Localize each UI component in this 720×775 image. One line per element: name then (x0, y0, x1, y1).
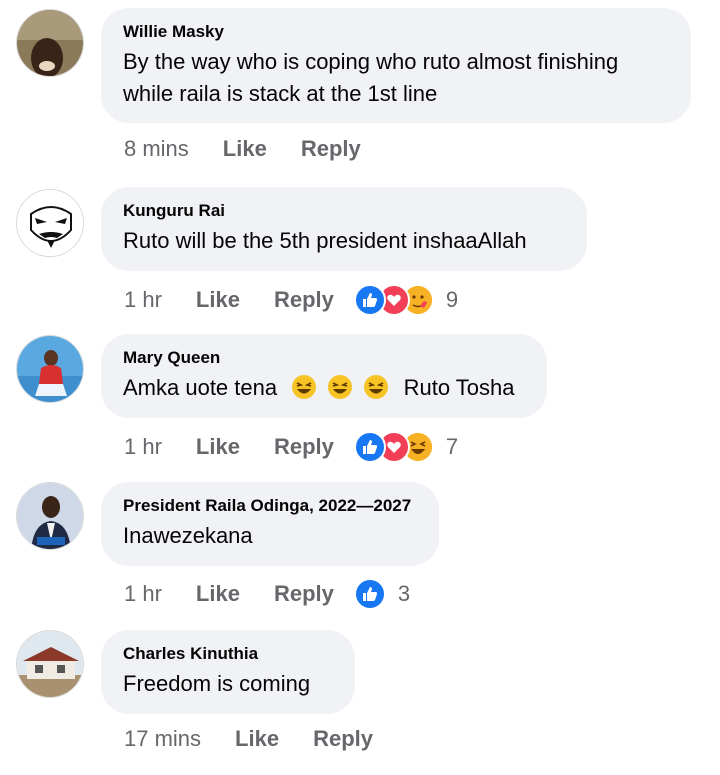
avatar[interactable] (16, 482, 84, 550)
like-button[interactable]: Like (196, 287, 240, 313)
comment-time[interactable]: 17 mins (124, 726, 201, 752)
comment-bubble: Charles Kinuthia Freedom is coming (101, 630, 355, 714)
comment-time[interactable]: 1 hr (124, 581, 162, 607)
comment-time[interactable]: 8 mins (124, 136, 189, 162)
commenter-name[interactable]: Charles Kinuthia (123, 644, 333, 664)
reaction-count: 7 (445, 434, 459, 459)
reply-button[interactable]: Reply (301, 136, 361, 162)
like-reaction-icon (353, 431, 386, 463)
avatar[interactable] (16, 9, 84, 77)
comment-bubble: Mary Queen Amka uote tena Ruto Tosha (101, 334, 547, 418)
comment-bubble: Willie Masky By the way who is coping wh… (101, 8, 691, 123)
reaction-summary[interactable]: 7 (353, 431, 459, 463)
comment-time[interactable]: 1 hr (124, 434, 162, 460)
reaction-summary[interactable]: 3 (353, 578, 411, 610)
like-button[interactable]: Like (196, 581, 240, 607)
comment-bubble: President Raila Odinga, 2022—2027 Inawez… (101, 482, 439, 566)
reply-button[interactable]: Reply (274, 287, 334, 313)
comment-actions: 17 mins Like Reply (124, 726, 373, 752)
comment-actions: 1 hr Like Reply 7 (124, 431, 458, 463)
like-button[interactable]: Like (196, 434, 240, 460)
reply-button[interactable]: Reply (274, 434, 334, 460)
comment-actions: 1 hr Like Reply 9 (124, 284, 458, 316)
reaction-count: 9 (445, 287, 459, 312)
reply-button[interactable]: Reply (274, 581, 334, 607)
comment-text-start: Amka uote tena (123, 375, 278, 400)
comment-actions: 1 hr Like Reply 3 (124, 578, 410, 610)
comment-text-end: Ruto Tosha (403, 375, 515, 400)
commenter-name[interactable]: Willie Masky (123, 22, 669, 42)
avatar[interactable] (16, 335, 84, 403)
comment-text: Amka uote tena Ruto Tosha (123, 372, 525, 404)
commenter-name[interactable]: Kunguru Rai (123, 201, 565, 221)
laughing-emoji-icon (364, 375, 389, 399)
like-button[interactable]: Like (235, 726, 279, 752)
reply-button[interactable]: Reply (313, 726, 373, 752)
like-button[interactable]: Like (223, 136, 267, 162)
like-reaction-icon (353, 578, 386, 610)
comment-text: Ruto will be the 5th president inshaaAll… (123, 228, 527, 253)
like-reaction-icon (353, 284, 386, 316)
avatar[interactable] (16, 189, 84, 257)
laughing-emoji-icon (328, 375, 353, 399)
laughing-emoji-icon (292, 375, 317, 399)
comment-text: Freedom is coming (123, 671, 311, 696)
reaction-count: 3 (397, 581, 411, 606)
reaction-summary[interactable]: 9 (353, 284, 459, 316)
comment-time[interactable]: 1 hr (124, 287, 162, 313)
comment-text: By the way who is coping who ruto almost… (123, 49, 619, 106)
comment-text: Inawezekana (123, 523, 253, 548)
comment-bubble: Kunguru Rai Ruto will be the 5th preside… (101, 187, 587, 271)
commenter-name[interactable]: Mary Queen (123, 348, 525, 368)
avatar[interactable] (16, 630, 84, 698)
commenter-name[interactable]: President Raila Odinga, 2022—2027 (123, 496, 417, 516)
comment-actions: 8 mins Like Reply (124, 136, 361, 162)
